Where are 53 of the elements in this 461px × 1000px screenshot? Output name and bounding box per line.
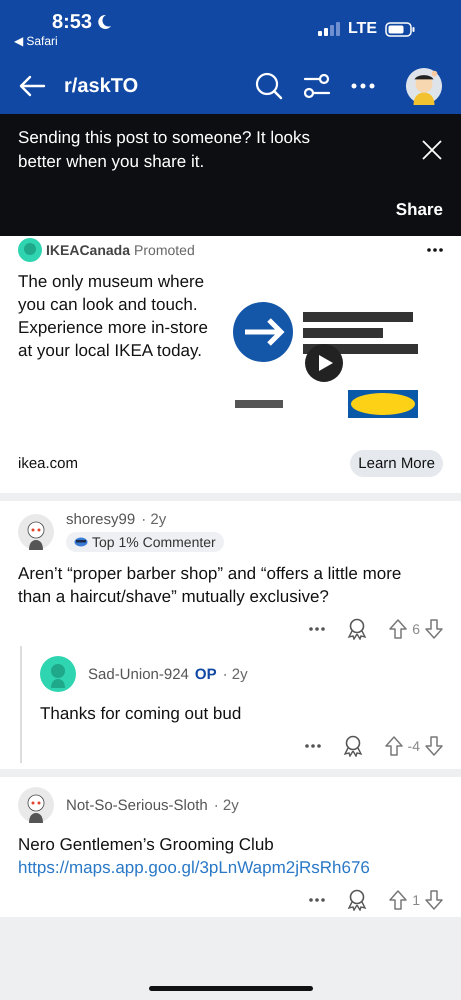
advertiser-name[interactable]: IKEACanada xyxy=(46,242,130,258)
user-avatar-icon[interactable] xyxy=(405,67,443,105)
comment-age: · 2y xyxy=(141,511,166,528)
ad-text: The only museum where you can look and touch. Experience more in-store at your local IKEA today. xyxy=(18,271,209,362)
comment-author[interactable]: shoresy99 xyxy=(66,511,136,528)
close-icon[interactable] xyxy=(421,139,443,161)
award-icon[interactable] xyxy=(347,889,368,911)
award-icon[interactable] xyxy=(347,618,368,640)
vote-score: 1 xyxy=(412,892,420,908)
back-arrow-icon[interactable] xyxy=(18,74,46,98)
flair-icon xyxy=(74,537,88,547)
more-icon[interactable] xyxy=(427,248,443,252)
comment-author[interactable]: Not-So-Serious-Sloth xyxy=(66,796,208,814)
battery-icon xyxy=(385,22,415,36)
filter-icon[interactable] xyxy=(303,73,331,99)
vote-score: 6 xyxy=(412,621,420,637)
upvote-icon[interactable] xyxy=(389,619,408,639)
user-avatar-icon[interactable] xyxy=(18,787,54,823)
status-time: 8:53 xyxy=(52,10,92,34)
more-icon[interactable] xyxy=(309,627,326,631)
more-icon[interactable] xyxy=(351,82,375,90)
comment-text: Nero Gentlemen’s Grooming Club https://maps.app.goo.gl/3pLnWapm2jRsRh676 xyxy=(18,834,371,879)
downvote-icon[interactable] xyxy=(425,736,443,756)
upvote-icon[interactable] xyxy=(384,736,403,756)
promoted-label: Promoted xyxy=(134,242,195,258)
comment-text: Aren’t “proper barber shop” and “offers a little more than a haircut/shave” mutually exclusive? xyxy=(18,563,402,608)
downvote-icon[interactable] xyxy=(425,619,443,639)
more-icon[interactable] xyxy=(309,898,326,902)
award-icon[interactable] xyxy=(342,735,363,757)
network-label: LTE xyxy=(348,20,377,38)
user-avatar-icon[interactable] xyxy=(18,514,54,550)
share-prompt-text: Sending this post to someone? It looks better when you share it. xyxy=(18,127,312,173)
ad-domain[interactable]: ikea.com xyxy=(18,455,78,472)
share-button[interactable]: Share xyxy=(396,200,443,220)
vote-score: -4 xyxy=(408,738,420,754)
signal-icon xyxy=(318,22,340,36)
back-to-app-link[interactable]: ◀ Safari xyxy=(14,34,134,48)
op-label: OP xyxy=(194,666,217,682)
flair-text: Top 1% Commenter xyxy=(92,534,216,550)
comment-author[interactable]: Sad-Union-924 xyxy=(88,666,189,682)
search-icon[interactable] xyxy=(255,72,283,100)
subreddit-title: r/askTO xyxy=(64,74,140,98)
learn-more-button[interactable]: Learn More xyxy=(350,450,443,477)
more-icon[interactable] xyxy=(304,744,321,748)
comment-link[interactable]: https://maps.app.goo.gl/3pLnWapm2jRsRh676 xyxy=(18,858,370,877)
advertiser-avatar-icon xyxy=(18,238,42,262)
downvote-icon[interactable] xyxy=(425,890,443,910)
play-icon[interactable] xyxy=(305,344,343,382)
moon-icon xyxy=(96,14,112,30)
upvote-icon[interactable] xyxy=(389,890,408,910)
comment-age: · 2y xyxy=(214,796,239,814)
comment-age: · 2y xyxy=(222,666,248,682)
comment-text: Thanks for coming out bud xyxy=(40,703,242,725)
